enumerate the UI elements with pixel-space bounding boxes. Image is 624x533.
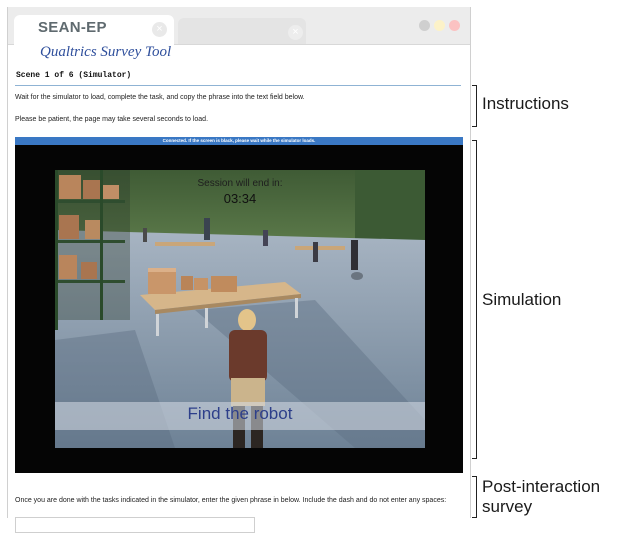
tab-blank[interactable]: × xyxy=(178,18,306,44)
phrase-input[interactable] xyxy=(15,517,255,533)
simulation-bracket xyxy=(472,140,477,459)
session-timer: 03:34 xyxy=(223,191,257,206)
simulation-annotation: Simulation xyxy=(482,290,562,309)
simulator-frame[interactable]: Session will end in: 03:34 Find the robo… xyxy=(15,145,463,473)
tab-title: SEAN-EP xyxy=(38,19,107,36)
simulator-status-bar: Connected. If the screen is black, pleas… xyxy=(15,137,463,145)
instructions-bracket xyxy=(472,85,477,127)
window-maximize-icon[interactable] xyxy=(434,20,445,31)
instruction-text: Wait for the simulator to load, complete… xyxy=(15,94,305,101)
post-instruction-text: Once you are done with the tasks indicat… xyxy=(15,497,447,504)
page-subtitle: Qualtrics Survey Tool xyxy=(40,44,172,60)
simulator-scene[interactable]: Session will end in: 03:34 Find the robo… xyxy=(55,170,425,448)
tab-close-icon[interactable]: × xyxy=(152,22,167,37)
post-interaction-bracket xyxy=(472,476,477,518)
window-minimize-icon[interactable] xyxy=(419,20,430,31)
instruction-note: Please be patient, the page may take sev… xyxy=(15,116,209,123)
post-interaction-annotation: Post-interaction xyxy=(482,477,601,496)
tab-sean-ep[interactable]: SEAN-EP × xyxy=(14,15,174,45)
browser-window: SEAN-EP × × Qualtrics Survey Tool Scene … xyxy=(7,7,471,533)
tab-bar: SEAN-EP × × xyxy=(8,7,470,45)
scene-title: Scene 1 of 6 (Simulator) xyxy=(16,71,132,80)
task-banner-text: Find the robot xyxy=(187,404,293,423)
scene-header: Scene 1 of 6 (Simulator) xyxy=(15,68,461,86)
tab-close-icon[interactable]: × xyxy=(288,25,303,40)
window-close-icon[interactable] xyxy=(449,20,460,31)
post-interaction-annotation-line2: survey xyxy=(482,497,533,516)
session-countdown-label: Session will end in: xyxy=(197,178,283,189)
instructions-annotation: Instructions xyxy=(482,94,569,113)
